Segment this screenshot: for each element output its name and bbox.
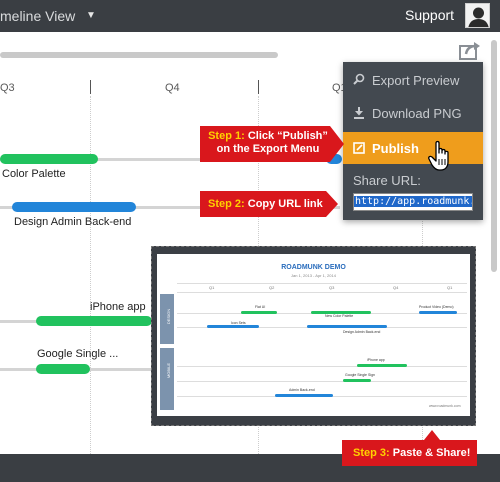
vertical-scrollbar[interactable] — [491, 40, 497, 272]
preview-group-label: DESIGN — [166, 308, 172, 325]
menu-item-publish[interactable]: Publish — [343, 132, 483, 164]
preview-bar — [419, 311, 457, 314]
preview-item-label: Product Video (Demo) — [419, 305, 454, 309]
quarter-tick — [258, 80, 259, 94]
quarter-tick — [90, 80, 91, 94]
menu-item-export-preview[interactable]: Export Preview — [343, 65, 483, 95]
preview-quarter: Q1 — [447, 285, 453, 290]
preview-row-line — [177, 381, 467, 382]
menu-item-download-png[interactable]: Download PNG — [343, 98, 483, 128]
preview-item-label: Flat UI — [255, 305, 266, 309]
preview-bar — [357, 364, 407, 367]
step-2-text: Copy URL link — [247, 198, 323, 210]
preview-subtitle: Jan 1, 2013 - Apr 1, 2014 — [291, 273, 336, 278]
timeline-bar[interactable] — [0, 154, 98, 164]
preview-item-label: Design Admin Back-end — [343, 330, 381, 334]
item-label: Color Palette — [2, 168, 66, 180]
share-url-value: http://app.roadmunk.c — [354, 196, 472, 207]
search-icon — [353, 73, 365, 87]
timeline-bar[interactable] — [36, 364, 90, 374]
preview-bar — [343, 379, 371, 382]
export-share-icon[interactable] — [459, 40, 481, 60]
preview-quarter: Q4 — [393, 285, 399, 290]
preview-bar — [275, 394, 333, 397]
menu-item-label: Publish — [372, 141, 419, 156]
menu-item-label: Download PNG — [372, 106, 462, 121]
chevron-down-icon[interactable]: ▼ — [86, 10, 96, 21]
step-3-prefix: Step 3: — [353, 447, 390, 459]
menu-item-label: Export Preview — [372, 73, 460, 88]
preview-bar — [311, 311, 371, 314]
preview-quarter: Q3 — [329, 285, 335, 290]
preview-group: DESIGN — [160, 294, 174, 344]
quarter-guide-line — [90, 96, 91, 454]
export-menu: Export Preview Download PNG Publish Shar… — [343, 62, 483, 220]
preview-group-label: MOBILE — [166, 362, 172, 379]
preview-header — [177, 283, 467, 293]
quarter-label: Q4 — [165, 82, 180, 94]
roadmap-preview-image: ROADMUNK DEMO Jan 1, 2013 - Apr 1, 2014 … — [157, 254, 470, 416]
preview-bar — [207, 325, 259, 328]
share-url-field[interactable]: http://app.roadmunk.c — [353, 193, 473, 211]
preview-item-label: New Color Palette — [325, 314, 354, 318]
preview-item-label: Admin Back-end — [289, 388, 315, 392]
view-selector-label[interactable]: meline View — [0, 8, 75, 24]
item-label: Design Admin Back-end — [14, 216, 132, 228]
support-link[interactable]: Support — [405, 7, 454, 23]
user-silhouette-icon — [468, 7, 489, 27]
step-2-prefix: Step 2: — [208, 198, 245, 210]
timeline-bar[interactable] — [12, 202, 136, 212]
preview-quarter: Q1 — [209, 285, 215, 290]
share-url-label: Share URL: — [353, 173, 421, 188]
preview-item-label: iPhone app — [367, 358, 385, 362]
preview-group: MOBILE — [160, 348, 174, 410]
preview-title: ROADMUNK DEMO — [281, 264, 346, 271]
item-label: Google Single ... — [37, 348, 119, 360]
quarter-label: Q3 — [0, 82, 15, 94]
avatar[interactable] — [465, 3, 490, 28]
preview-footer: www.roadmunk.com — [429, 404, 461, 408]
horizontal-scrollbar[interactable] — [0, 52, 278, 58]
download-icon — [353, 106, 365, 120]
step-1-prefix: Step 1: — [208, 130, 245, 142]
preview-row-line — [177, 366, 467, 367]
hand-cursor-icon — [428, 140, 454, 172]
preview-quarter: Q2 — [269, 285, 275, 290]
preview-bar — [307, 325, 387, 328]
timeline-bar[interactable] — [36, 316, 152, 326]
publish-icon — [353, 141, 365, 155]
item-label: iPhone app — [90, 301, 146, 313]
preview-item-label: Google Single Sign — [345, 373, 375, 377]
step-3-text: Paste & Share! — [392, 447, 471, 459]
preview-bar — [241, 311, 277, 314]
